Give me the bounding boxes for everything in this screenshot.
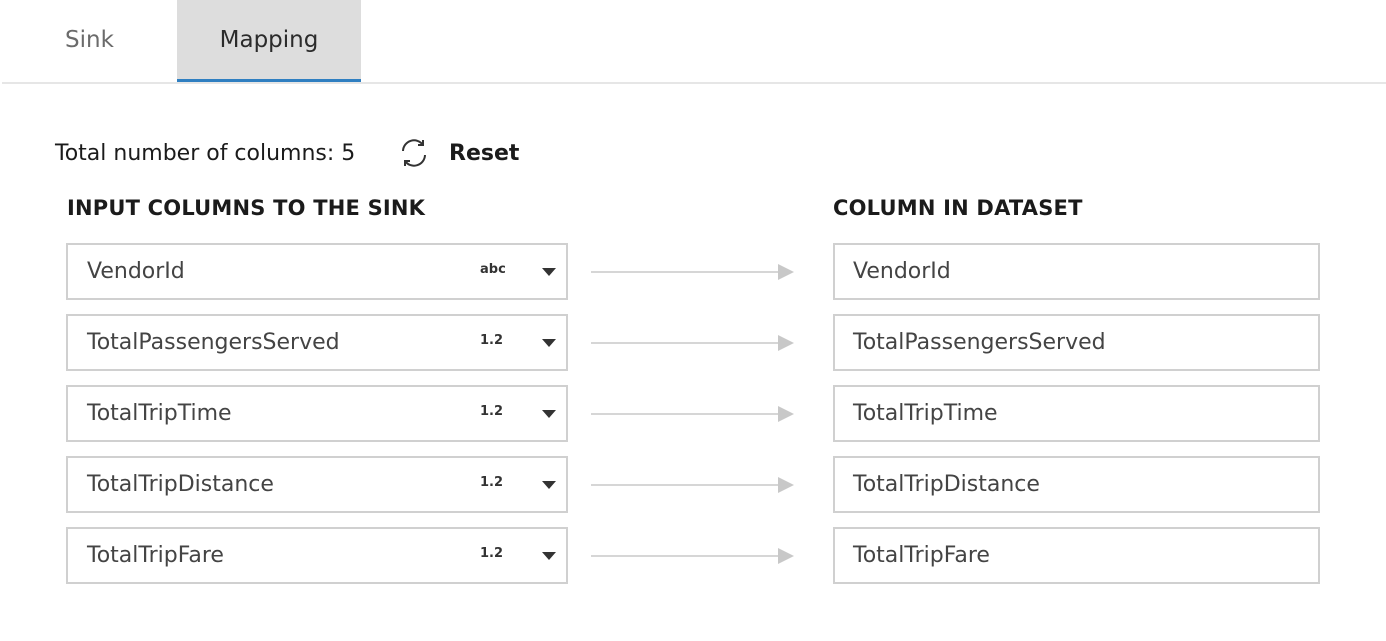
arrow-right-icon (591, 548, 794, 564)
column-count-label: Total number of columns: 5 (55, 140, 356, 166)
input-column-dropdown[interactable]: TotalTripTime 1.2 (66, 385, 568, 442)
tab-mapping[interactable]: Mapping (177, 0, 361, 82)
chevron-down-icon[interactable] (542, 552, 556, 560)
type-badge: 1.2 (480, 475, 504, 490)
input-column-dropdown[interactable]: TotalTripFare 1.2 (66, 527, 568, 584)
mapping-row: TotalTripTime 1.2 TotalTripTime (0, 385, 1386, 442)
arrow-right-icon (591, 264, 794, 280)
dataset-column-field[interactable]: TotalTripDistance (833, 456, 1320, 513)
type-badge: 1.2 (480, 333, 504, 348)
tab-sink[interactable]: Sink (2, 0, 177, 80)
input-column-name: TotalTripTime (87, 401, 232, 426)
tab-bar: Sink Mapping (2, 0, 1386, 84)
column-count-summary: Total number of columns: 5 (55, 134, 355, 172)
mapping-row: TotalTripFare 1.2 TotalTripFare (0, 527, 1386, 584)
arrow-right-icon (591, 406, 794, 422)
mapping-row: VendorId abc VendorId (0, 243, 1386, 300)
arrow-right-icon (591, 335, 794, 351)
chevron-down-icon[interactable] (542, 339, 556, 347)
arrow-right-icon (591, 477, 794, 493)
dataset-column-name: VendorId (853, 259, 951, 284)
input-column-name: TotalPassengersServed (87, 330, 340, 355)
input-column-dropdown[interactable]: VendorId abc (66, 243, 568, 300)
input-column-name: VendorId (87, 259, 185, 284)
input-column-dropdown[interactable]: TotalPassengersServed 1.2 (66, 314, 568, 371)
dataset-column-field[interactable]: VendorId (833, 243, 1320, 300)
input-column-dropdown[interactable]: TotalTripDistance 1.2 (66, 456, 568, 513)
refresh-icon (402, 139, 426, 167)
input-column-name: TotalTripFare (87, 543, 224, 568)
type-badge: 1.2 (480, 546, 504, 561)
mapping-row: TotalTripDistance 1.2 TotalTripDistance (0, 456, 1386, 513)
chevron-down-icon[interactable] (542, 481, 556, 489)
dataset-column-name: TotalTripDistance (853, 472, 1040, 497)
dataset-columns-header: COLUMN IN DATASET (833, 196, 1083, 220)
dataset-column-field[interactable]: TotalTripFare (833, 527, 1320, 584)
reset-button[interactable]: Reset (397, 134, 519, 172)
dataset-column-name: TotalPassengersServed (853, 330, 1106, 355)
chevron-down-icon[interactable] (542, 268, 556, 276)
reset-label: Reset (449, 140, 520, 166)
type-badge: 1.2 (480, 404, 504, 419)
mapping-row: TotalPassengersServed 1.2 TotalPassenger… (0, 314, 1386, 371)
input-column-name: TotalTripDistance (87, 472, 274, 497)
dataset-column-name: TotalTripFare (853, 543, 990, 568)
type-badge: abc (480, 262, 506, 277)
input-columns-header: INPUT COLUMNS TO THE SINK (67, 196, 426, 220)
chevron-down-icon[interactable] (542, 410, 556, 418)
dataset-column-name: TotalTripTime (853, 401, 998, 426)
dataset-column-field[interactable]: TotalPassengersServed (833, 314, 1320, 371)
dataset-column-field[interactable]: TotalTripTime (833, 385, 1320, 442)
